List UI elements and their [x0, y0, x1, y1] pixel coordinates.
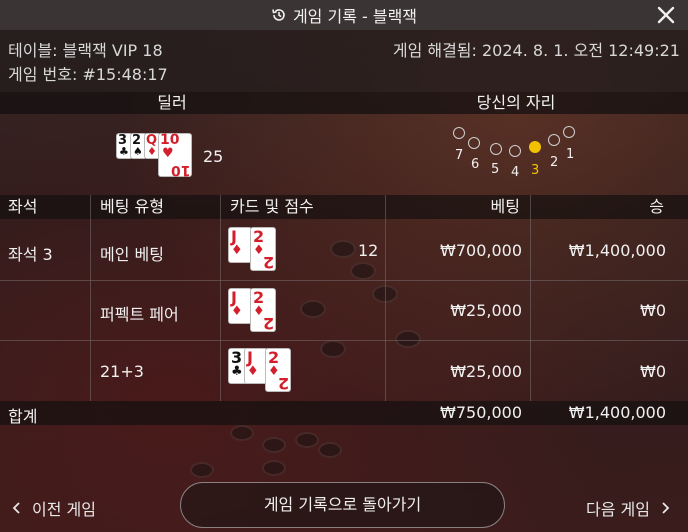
- player-card: 2 ♦ 2: [266, 348, 290, 393]
- player-card: J ♦: [229, 289, 251, 323]
- divider: [0, 280, 688, 281]
- footer: 이전 게임 게임 기록으로 돌아가기 다음 게임: [0, 474, 688, 532]
- seat-number: 6: [471, 157, 480, 172]
- seat-header: 당신의 자리: [344, 92, 688, 114]
- row-bet-type: 21+3: [100, 362, 144, 381]
- row-win: ₩1,400,000: [568, 241, 666, 260]
- row-seat: 좌석 3: [8, 245, 53, 264]
- next-game-label: 다음 게임: [586, 500, 650, 519]
- chevron-right-icon: [662, 502, 670, 514]
- seat-number-active: 3: [531, 163, 540, 178]
- game-info: 테이블: 블랙잭 VIP 18 게임 번호: #15:48:17 게임 해결됨:…: [0, 30, 688, 92]
- row-bet-type: 퍼펙트 페어: [100, 305, 179, 324]
- row-bet: ₩700,000: [440, 241, 522, 260]
- settled-time: 게임 해결됨: 2024. 8. 1. 오전 12:49:21: [392, 41, 680, 60]
- seat-dot: [490, 143, 502, 155]
- col-seat: 좌석: [8, 197, 38, 216]
- row-score: 12: [358, 241, 379, 260]
- divider: [0, 340, 688, 341]
- divider: [385, 195, 386, 401]
- title-bar: 게임 기록 - 블랙잭: [0, 0, 688, 30]
- dealer-score: 25: [203, 147, 224, 166]
- divider: [530, 195, 531, 401]
- dealer-card: 2 ♠: [131, 134, 146, 158]
- total-row: 합계 ₩750,000 ₩1,400,000: [0, 401, 688, 426]
- total-label: 합계: [8, 407, 38, 426]
- dialog-title: 게임 기록 - 블랙잭: [292, 7, 418, 26]
- next-game-button[interactable]: 다음 게임: [586, 496, 670, 520]
- seat-number: 4: [511, 165, 520, 180]
- seat-number: 5: [491, 162, 500, 177]
- seat-dot: [509, 145, 521, 157]
- player-card: 2 ♦ 2: [251, 227, 275, 272]
- row-win: ₩0: [640, 362, 666, 381]
- seat-dot: [563, 126, 575, 138]
- seat-dot: [453, 127, 465, 139]
- seat-number: 2: [550, 155, 559, 170]
- col-win: 승: [649, 197, 664, 216]
- dealer-card: Q ♦: [145, 134, 160, 158]
- seat-dot: [548, 134, 560, 146]
- total-win: ₩1,400,000: [568, 403, 666, 422]
- player-card: 2 ♦ 2: [251, 288, 275, 333]
- chevron-left-icon: [12, 502, 20, 514]
- bets-table-header: 좌석 베팅 유형 카드 및 점수 베팅 승: [0, 195, 688, 219]
- col-cards-score: 카드 및 점수: [230, 197, 314, 216]
- dealer-card: 3 ♣: [117, 134, 132, 158]
- col-bet: 베팅: [490, 197, 520, 216]
- table-name: 테이블: 블랙잭 VIP 18: [8, 41, 163, 60]
- back-to-history-button[interactable]: 게임 기록으로 돌아가기: [180, 482, 505, 528]
- row-bet: ₩25,000: [450, 362, 522, 381]
- divider: [220, 195, 221, 401]
- row-bet-type: 메인 베팅: [100, 245, 164, 264]
- seat-dot: [468, 137, 480, 149]
- prev-game-button[interactable]: 이전 게임: [12, 496, 96, 520]
- dealer-header: 딜러: [0, 92, 344, 114]
- seat-number: 7: [455, 148, 464, 163]
- total-bet: ₩750,000: [440, 403, 522, 422]
- seat-dot-active: [529, 141, 541, 153]
- player-card: J ♦: [245, 349, 267, 383]
- dealer-card: 10 ♥ 10: [159, 132, 191, 178]
- game-number: 게임 번호: #15:48:17: [8, 65, 168, 84]
- divider: [90, 195, 91, 401]
- player-card: J ♦: [229, 228, 251, 262]
- seat-number: 1: [566, 147, 575, 162]
- history-icon: [271, 7, 287, 23]
- prev-game-label: 이전 게임: [32, 500, 96, 519]
- row-bet: ₩25,000: [450, 301, 522, 320]
- row-win: ₩0: [640, 301, 666, 320]
- close-icon[interactable]: [656, 5, 676, 25]
- col-bet-type: 베팅 유형: [100, 197, 164, 216]
